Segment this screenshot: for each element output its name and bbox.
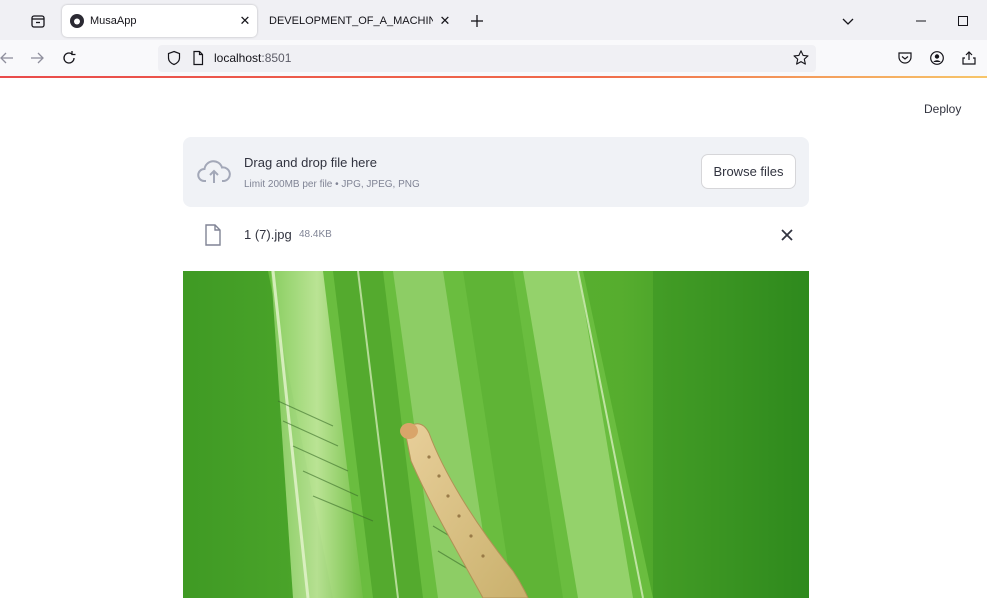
tab-close-icon[interactable]: ✕ bbox=[433, 13, 457, 29]
dropzone-instructions: Drag and drop file here bbox=[244, 155, 377, 170]
file-name: 1 (7).jpg bbox=[244, 227, 292, 242]
dropzone-limit: Limit 200MB per file • JPG, JPEG, PNG bbox=[244, 179, 420, 190]
back-arrow-icon[interactable] bbox=[0, 47, 18, 69]
remove-file-icon[interactable] bbox=[777, 225, 797, 245]
uploaded-image bbox=[183, 271, 809, 598]
forward-arrow-icon[interactable] bbox=[26, 47, 48, 69]
tab-list-icon[interactable] bbox=[27, 10, 49, 32]
tab-title: MusaApp bbox=[90, 15, 137, 27]
bookmark-star-icon[interactable] bbox=[792, 49, 810, 67]
file-size: 48.4KB bbox=[299, 229, 332, 240]
tab-strip: MusaApp ✕ DEVELOPMENT_OF_A_MACHINE_LE ✕ bbox=[0, 0, 987, 40]
uploaded-file-row: 1 (7).jpg 48.4KB bbox=[183, 218, 809, 254]
page-icon[interactable] bbox=[190, 50, 206, 66]
share-icon[interactable] bbox=[958, 47, 980, 69]
file-dropzone[interactable]: Drag and drop file here Limit 200MB per … bbox=[183, 137, 809, 207]
new-tab-icon[interactable] bbox=[466, 10, 488, 32]
chevron-down-icon[interactable] bbox=[837, 10, 859, 32]
leaf-larva-image bbox=[183, 271, 809, 598]
minimize-icon[interactable] bbox=[910, 10, 932, 32]
page-load-indicator bbox=[0, 76, 987, 78]
file-icon bbox=[205, 224, 221, 246]
shield-icon[interactable] bbox=[166, 50, 182, 66]
pocket-icon[interactable] bbox=[894, 47, 916, 69]
tab-title: DEVELOPMENT_OF_A_MACHINE_LE bbox=[269, 15, 433, 27]
browse-files-button[interactable]: Browse files bbox=[701, 154, 796, 189]
cloud-upload-icon bbox=[197, 160, 231, 183]
musaapp-favicon-icon bbox=[70, 14, 84, 28]
url-text[interactable]: localhost:8501 bbox=[214, 51, 291, 65]
url-port: :8501 bbox=[261, 51, 292, 65]
url-bar[interactable]: localhost:8501 bbox=[158, 45, 816, 72]
deploy-button[interactable]: Deploy bbox=[924, 102, 961, 116]
maximize-icon[interactable] bbox=[952, 10, 974, 32]
tab-close-icon[interactable]: ✕ bbox=[233, 13, 257, 29]
url-host: localhost bbox=[214, 51, 262, 65]
account-icon[interactable] bbox=[926, 47, 948, 69]
tab-document[interactable]: DEVELOPMENT_OF_A_MACHINE_LE ✕ bbox=[262, 5, 457, 37]
tab-musaapp[interactable]: MusaApp ✕ bbox=[62, 5, 257, 37]
reload-icon[interactable] bbox=[58, 47, 80, 69]
